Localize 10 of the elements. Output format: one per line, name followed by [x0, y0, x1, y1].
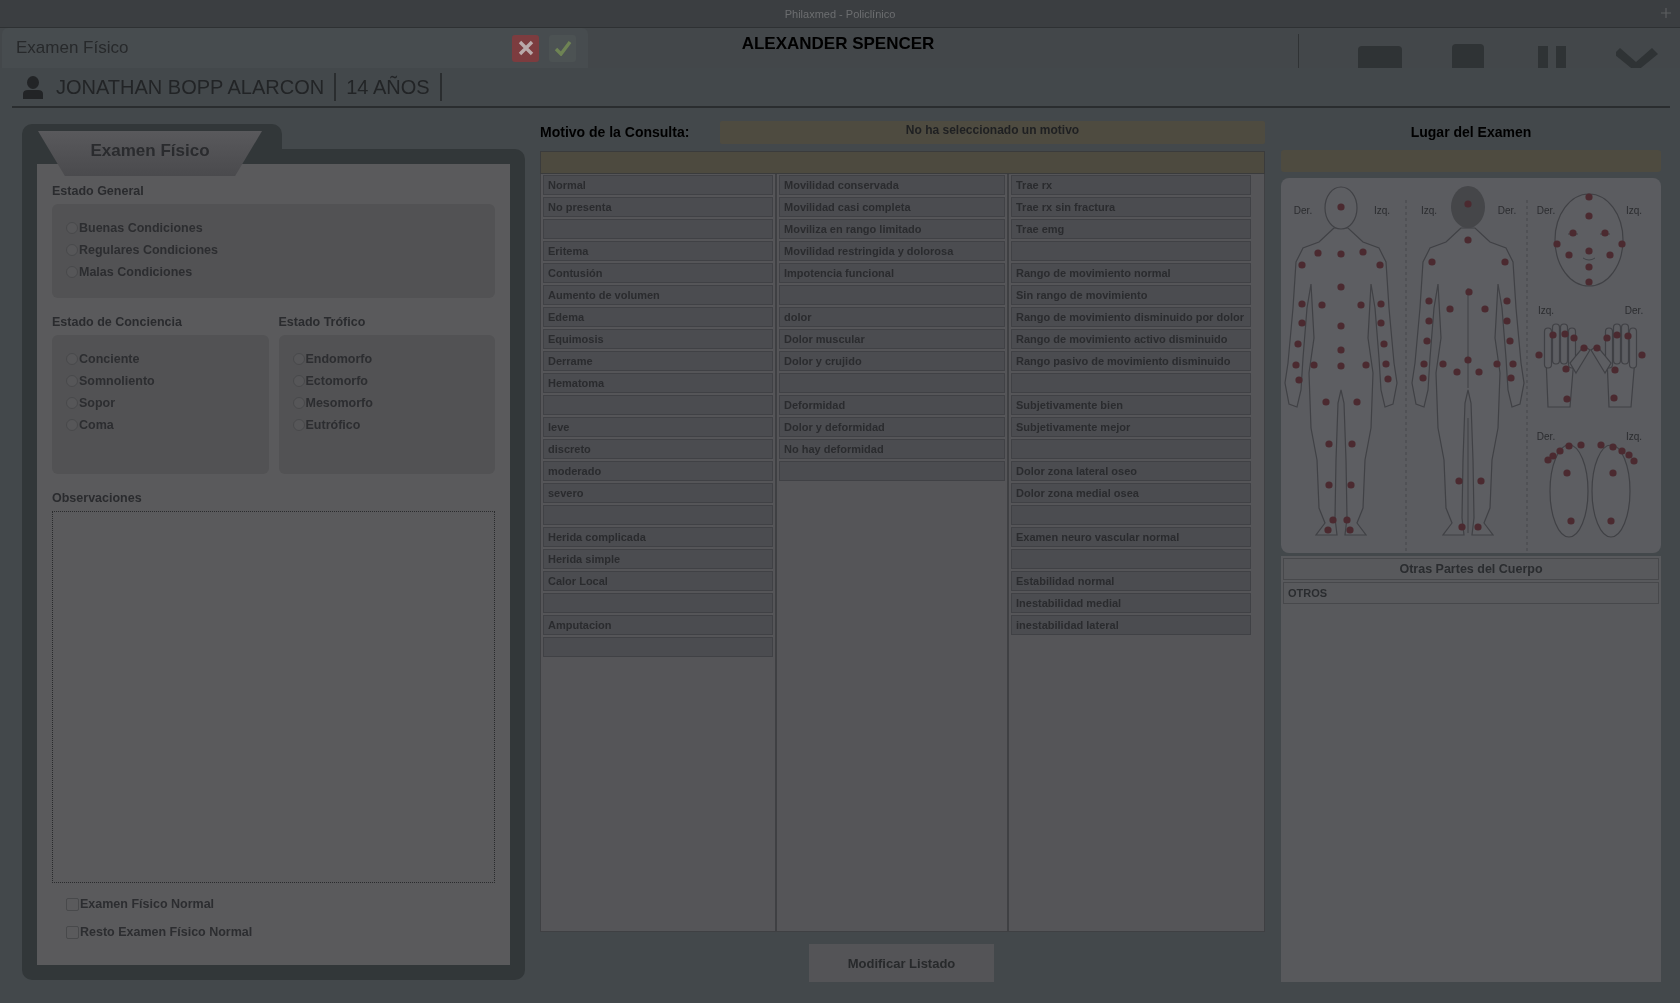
close-icon: [517, 40, 534, 56]
panel-title: Lugar del Examen: [1409, 123, 1533, 142]
field-label: Motivo de la Consulta:: [540, 124, 691, 140]
confirm-button[interactable]: [549, 34, 576, 62]
person-icon: [22, 75, 44, 99]
patient-name: ALEXANDER SPENCER: [740, 34, 936, 54]
plus-icon[interactable]: [1660, 7, 1672, 19]
check-icon: [553, 40, 572, 56]
close-button[interactable]: [512, 34, 539, 62]
observations-field[interactable]: [52, 511, 495, 883]
